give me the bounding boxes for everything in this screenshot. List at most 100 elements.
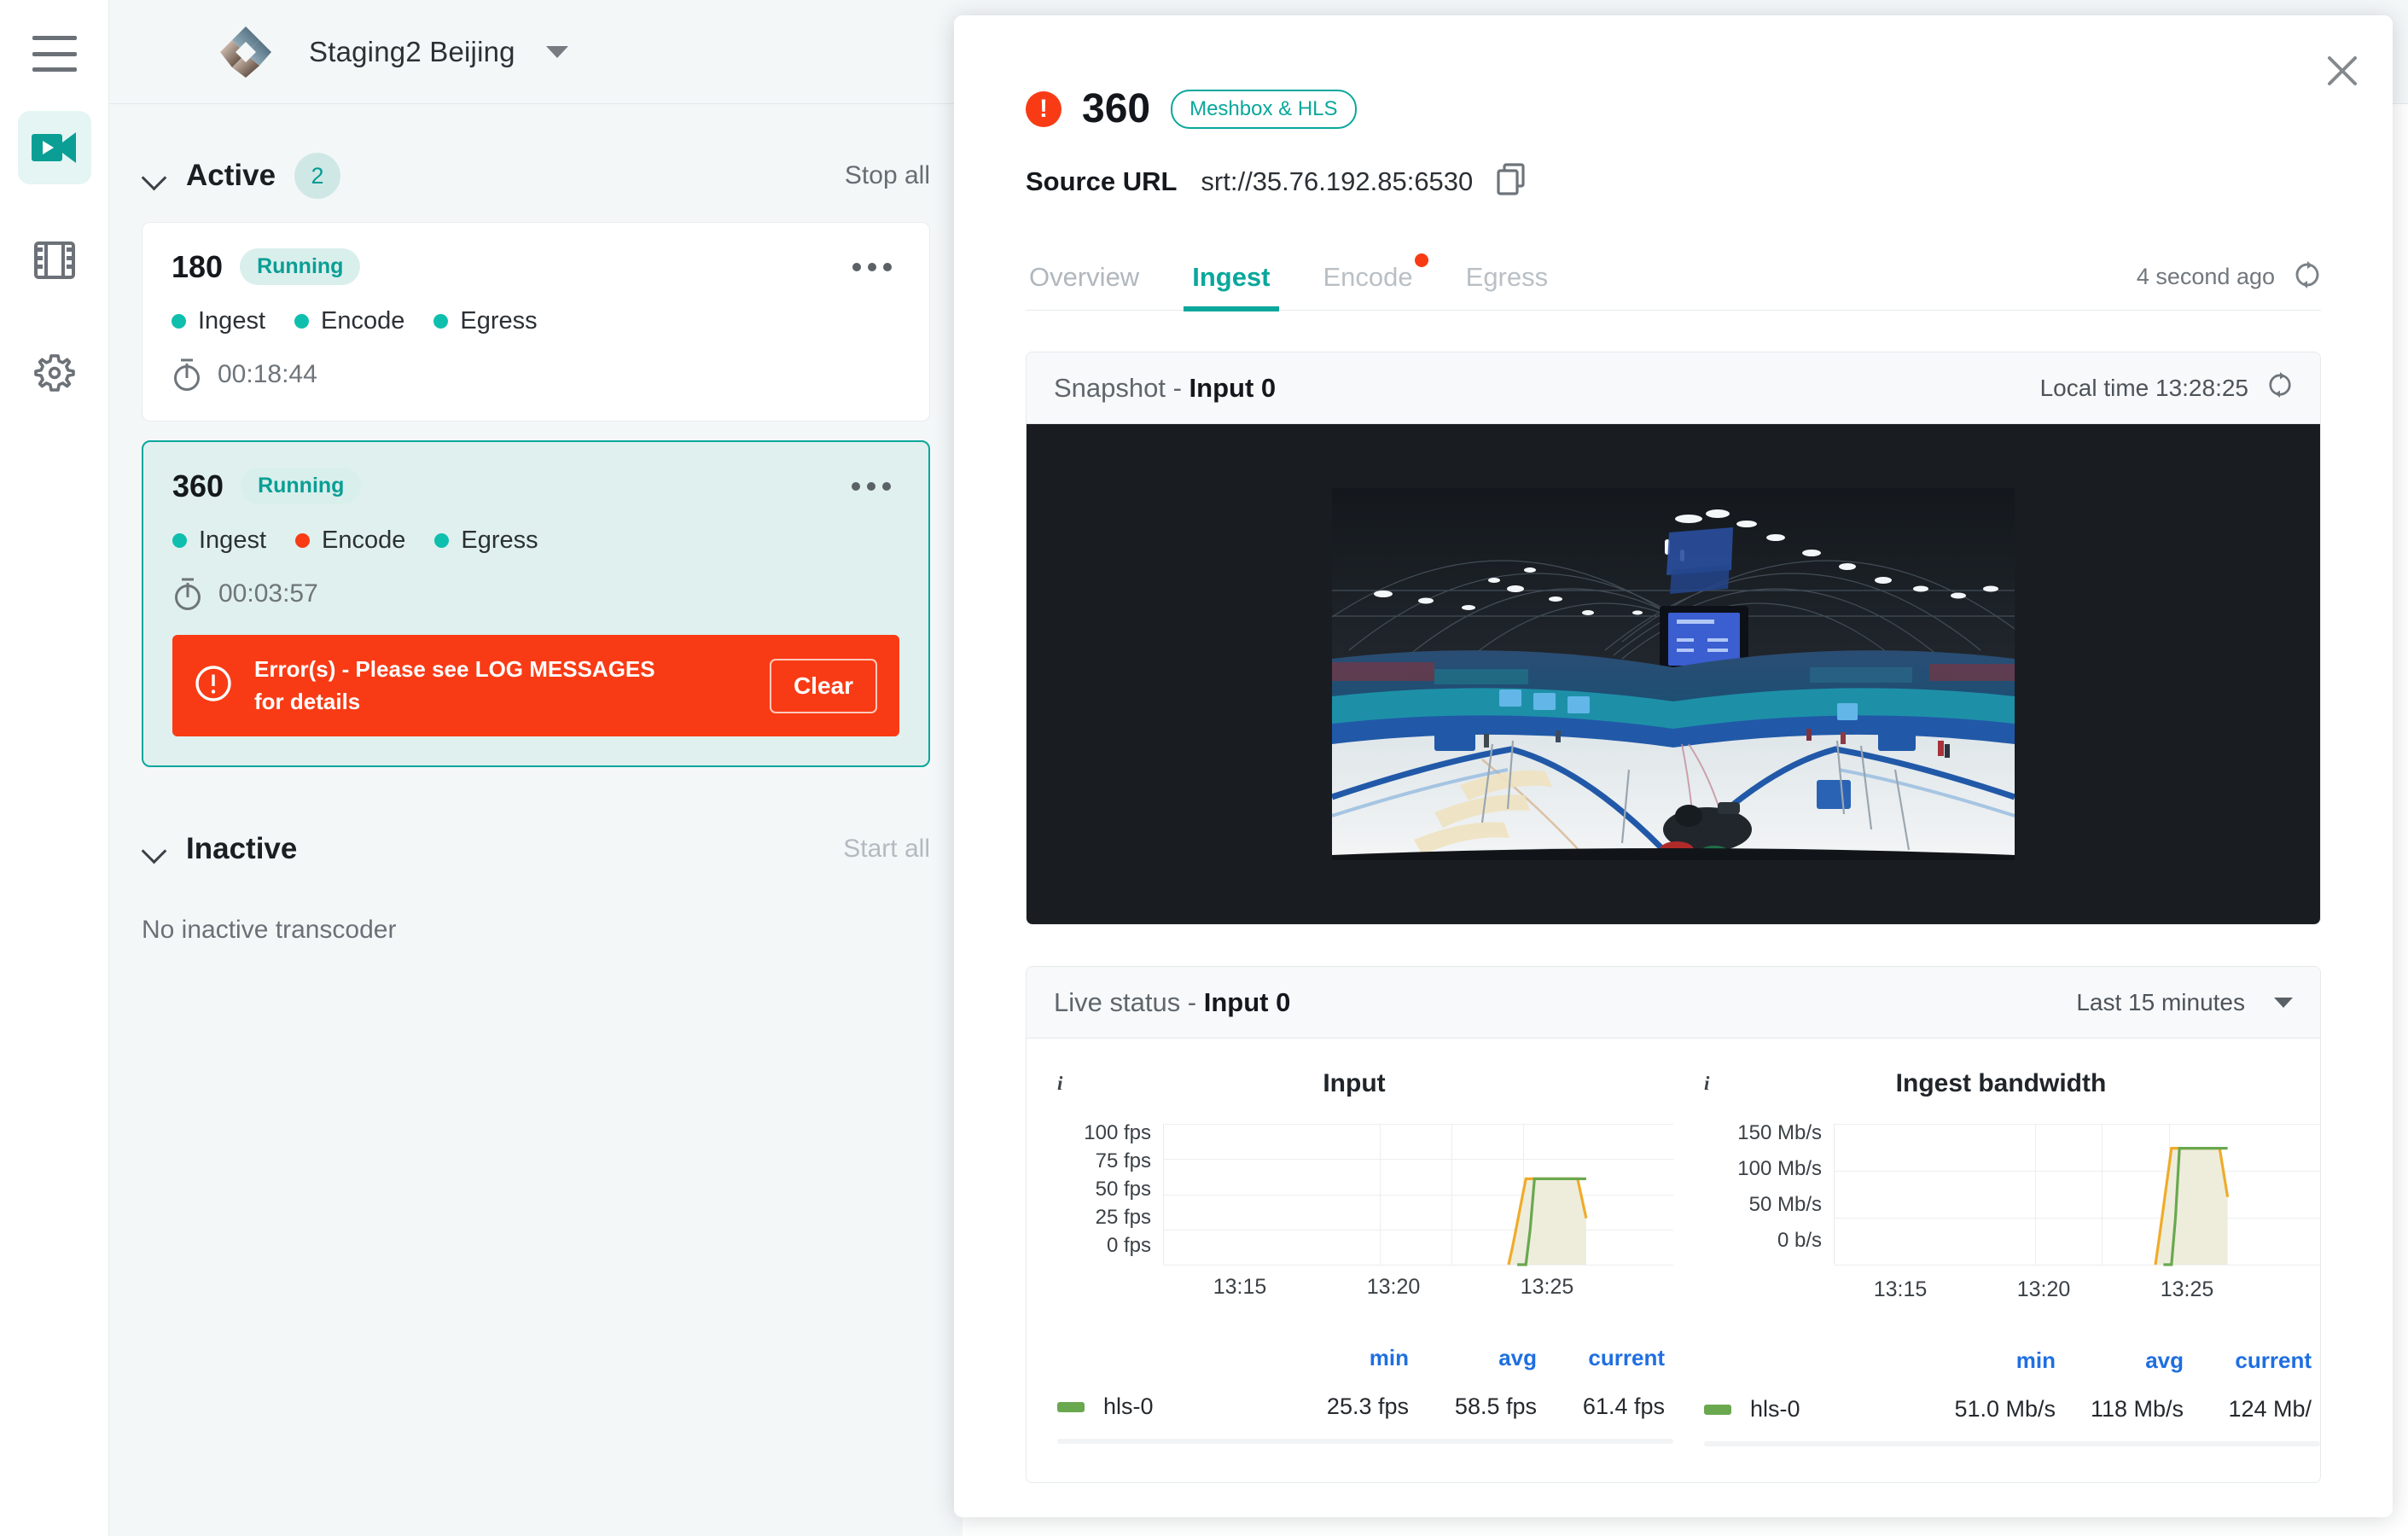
tab-encode-label: Encode <box>1323 262 1413 292</box>
chevron-down-icon[interactable] <box>545 45 568 58</box>
transcoder-card[interactable]: 180 Running Ingest Encode Egress 00:18:4… <box>142 222 930 422</box>
tab-egress[interactable]: Egress <box>1463 262 1551 310</box>
transcoder-list-column: Active 2 Stop all 180 Running Ingest Enc… <box>109 104 963 1536</box>
hamburger-bar <box>32 51 77 56</box>
hamburger-menu-icon[interactable] <box>32 36 77 72</box>
source-url-value: srt://35.76.192.85:6530 <box>1201 166 1474 196</box>
snapshot-panel: Snapshot - Input 0 Local time 13:28:25 <box>1026 352 2321 925</box>
stopwatch-icon <box>175 578 201 610</box>
source-url-row: Source URL srt://35.76.192.85:6530 <box>1026 163 2321 200</box>
y-tick: 25 fps <box>1095 1206 1151 1229</box>
chart-title: Input <box>1323 1069 1386 1097</box>
live-status-panel-header: Live status - Input 0 Last 15 minutes <box>1027 967 2320 1039</box>
tab-encode[interactable]: Encode <box>1320 253 1428 310</box>
chevron-down-icon[interactable] <box>2274 997 2293 1008</box>
chart-series-svg <box>1507 1177 1588 1266</box>
transcoder-card-selected[interactable]: 360 Running Ingest Encode Egress 00:03:5… <box>142 440 930 768</box>
legend-row: hls-0 25.3 fps 58.5 fps 61.4 fps <box>1050 1393 1673 1420</box>
legend-col-current: current <box>1588 1345 1665 1370</box>
stage-encode: Encode <box>294 307 404 335</box>
project-name: Staging2 Beijing <box>309 35 515 67</box>
modal-tabs: Overview Ingest Encode Egress 4 second a… <box>1026 244 2321 311</box>
y-axis-labels: 100 fps 75 fps 50 fps 25 fps 0 fps <box>1035 1123 1163 1265</box>
chart-area-fill <box>1509 1178 1586 1265</box>
stage-status-dot <box>295 533 310 548</box>
chart-title: Ingest bandwidth <box>1895 1069 2107 1097</box>
stage-status-dot <box>433 314 449 329</box>
copy-icon[interactable] <box>1497 163 1526 200</box>
x-tick: 13:20 <box>2016 1277 2071 1301</box>
stop-all-button[interactable]: Stop all <box>845 161 930 190</box>
time-range-group[interactable]: Last 15 minutes <box>2076 989 2293 1016</box>
chart-canvas <box>1163 1124 1673 1266</box>
y-axis-labels: 150 Mb/s 100 Mb/s 50 Mb/s 0 b/s <box>1682 1123 1834 1267</box>
y-tick: 50 Mb/s <box>1748 1193 1822 1216</box>
error-message: Error(s) - Please see LOG MESSAGES for d… <box>254 656 655 714</box>
chart-area-fill <box>2155 1148 2228 1265</box>
card-menu-button[interactable] <box>843 474 899 499</box>
legend-divider <box>1057 1439 1673 1444</box>
status-badge: Running <box>241 468 362 504</box>
stage-status-dot <box>172 533 187 548</box>
transcoder-detail-modal: ! 360 Meshbox & HLS Source URL srt://35.… <box>954 15 2393 1517</box>
charts-row: i Input 100 fps 75 fps 50 fps 25 fps 0 f… <box>1027 1039 2320 1482</box>
snapshot-time-group: Local time 13:28:25 <box>2040 372 2293 404</box>
legend-avg-value: 118 Mb/s <box>2090 1396 2184 1422</box>
x-tick: 13:25 <box>1520 1275 1574 1299</box>
legend-header-row: min avg current <box>1050 1345 1673 1371</box>
chart-series-svg <box>2154 1147 2230 1266</box>
uptime: 00:18:44 <box>172 358 900 392</box>
alert-circle-icon <box>195 665 232 707</box>
snapshot-input-name: Input 0 <box>1189 372 1277 403</box>
start-all-button[interactable]: Start all <box>843 835 930 864</box>
live-status-panel: Live status - Input 0 Last 15 minutes i … <box>1026 966 2321 1483</box>
y-tick: 75 fps <box>1095 1149 1151 1172</box>
clear-error-button[interactable]: Clear <box>769 658 877 713</box>
source-url-label: Source URL <box>1026 166 1178 196</box>
stage-ingest: Ingest <box>172 307 265 335</box>
chevron-down-icon[interactable] <box>142 836 167 862</box>
x-axis-labels: 13:15 13:20 13:25 <box>1834 1277 2320 1312</box>
app-logo <box>218 25 273 79</box>
uptime-value: 00:18:44 <box>218 360 317 388</box>
tab-overview[interactable]: Overview <box>1026 262 1143 310</box>
chevron-down-icon[interactable] <box>142 163 167 189</box>
snapshot-panel-header: Snapshot - Input 0 Local time 13:28:25 <box>1027 352 2320 424</box>
info-icon[interactable]: i <box>1704 1073 1709 1095</box>
close-icon[interactable] <box>2326 55 2359 91</box>
sidebar-item-media-library[interactable] <box>18 224 91 297</box>
live-status-title-prefix: Live status - <box>1054 986 1204 1017</box>
tab-ingest[interactable]: Ingest <box>1184 262 1279 311</box>
legend-col-avg: avg <box>1498 1345 1537 1370</box>
pipeline-stages: Ingest Encode Egress <box>172 527 899 555</box>
info-icon[interactable]: i <box>1057 1073 1062 1095</box>
legend-series-name: hls-0 <box>1103 1393 1154 1419</box>
card-menu-button[interactable] <box>844 254 900 280</box>
x-tick: 13:15 <box>1213 1275 1267 1299</box>
sidebar-item-live-transcoders[interactable] <box>17 111 91 184</box>
inactive-section-header: Inactive Start all <box>109 822 963 876</box>
hamburger-bar <box>32 67 77 72</box>
stage-status-dot <box>294 314 309 329</box>
hamburger-bar <box>32 36 77 40</box>
last-updated-text: 4 second ago <box>2136 264 2275 289</box>
card-header: 180 Running <box>172 248 900 285</box>
inactive-empty-text: No inactive transcoder <box>142 916 397 945</box>
sidebar-item-settings[interactable] <box>18 336 91 410</box>
legend-row: hls-0 51.0 Mb/s 118 Mb/s 124 Mb/ <box>1697 1396 2320 1423</box>
transcoder-name: 180 <box>172 248 224 284</box>
legend-avg-value: 58.5 fps <box>1454 1393 1537 1419</box>
active-count-badge: 2 <box>294 153 341 199</box>
stage-status-dot <box>172 314 186 329</box>
transcoder-name: 360 <box>172 468 224 503</box>
snapshot-title-prefix: Snapshot - <box>1054 372 1189 403</box>
refresh-icon[interactable] <box>2267 372 2293 404</box>
refresh-icon[interactable] <box>2294 261 2321 293</box>
inactive-section-title: Inactive <box>186 832 298 866</box>
legend-col-current: current <box>2235 1347 2312 1373</box>
chart-canvas <box>1834 1124 2320 1266</box>
live-status-title: Live status - Input 0 <box>1054 987 1290 1018</box>
legend-col-avg: avg <box>2145 1347 2184 1373</box>
card-header: 360 Running <box>172 468 899 504</box>
snapshot-image-360 <box>1332 488 2015 860</box>
